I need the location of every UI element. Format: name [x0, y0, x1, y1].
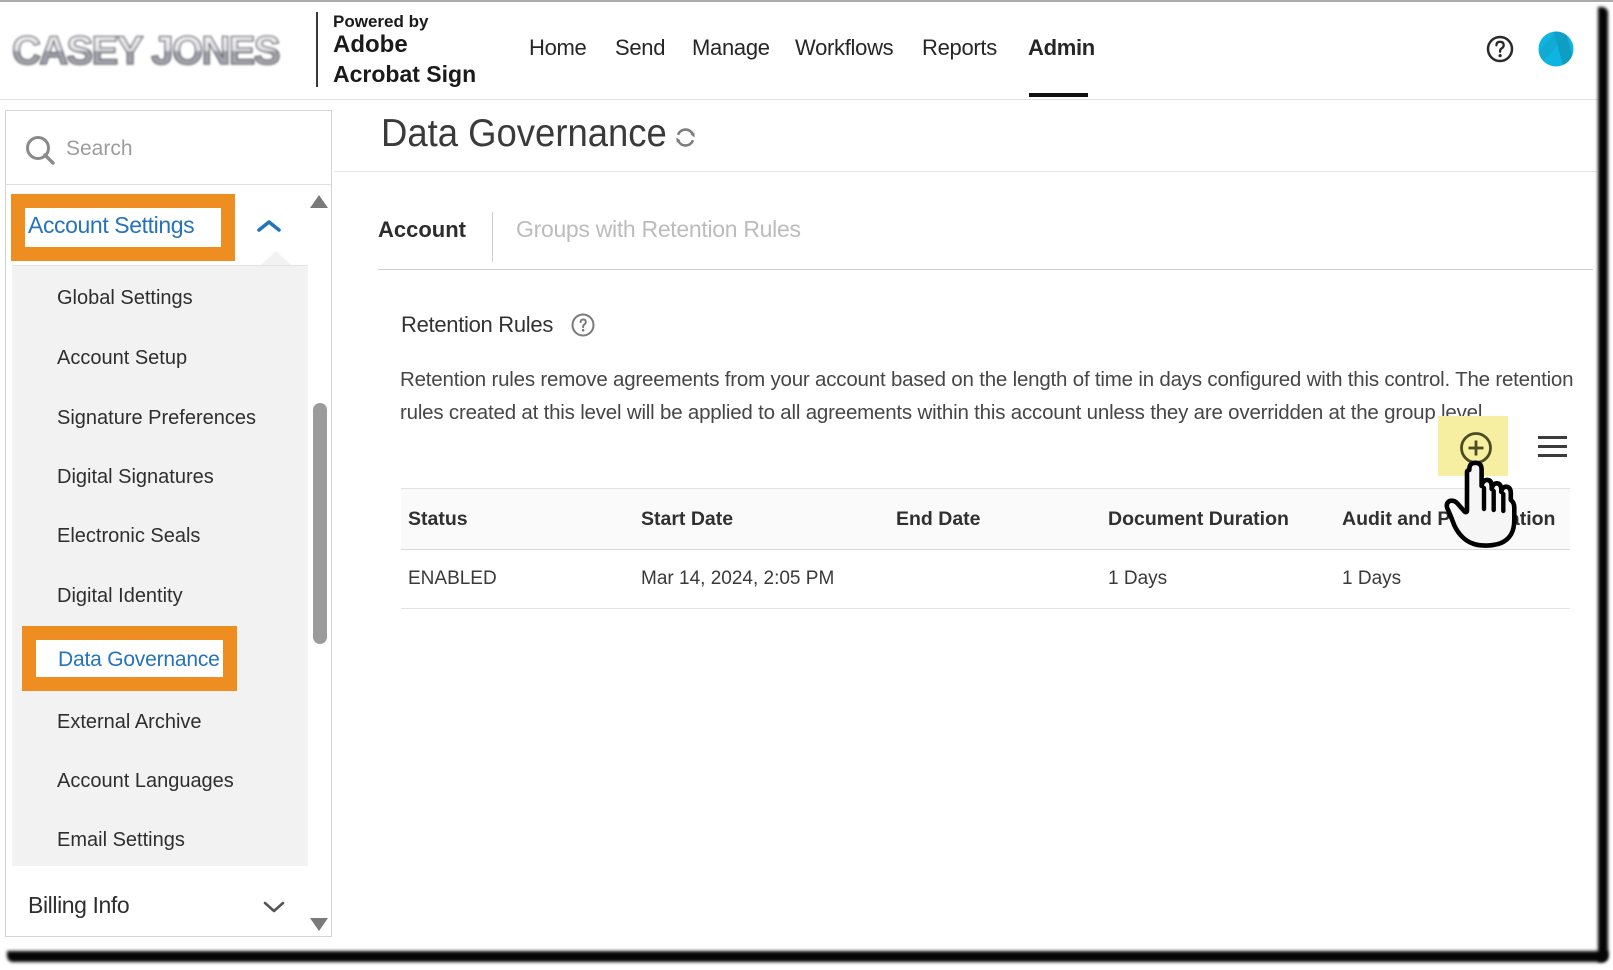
svg-text:CASEY JONES: CASEY JONES — [12, 29, 282, 73]
